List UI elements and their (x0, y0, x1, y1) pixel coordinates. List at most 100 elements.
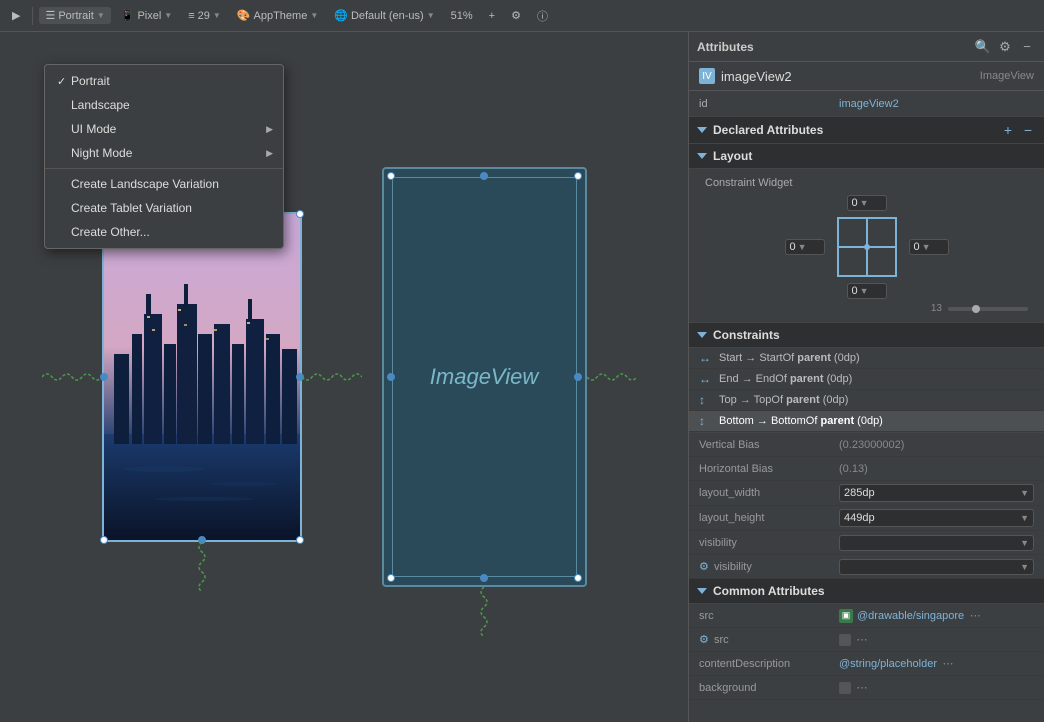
tablet-handle-tr[interactable] (574, 172, 582, 180)
horizontal-bias-row: Horizontal Bias (0.13) (689, 457, 1044, 481)
portrait-device-container (102, 212, 302, 542)
constraints-section-header[interactable]: Constraints (689, 323, 1044, 348)
device-button[interactable]: 📱 Pixel ▼ (115, 7, 178, 24)
menu-item-create-landscape-label: Create Landscape Variation (71, 177, 267, 191)
attr-settings-button[interactable]: ⚙ (996, 38, 1014, 56)
handle-bl[interactable] (100, 536, 108, 544)
constraint-center-box (837, 217, 897, 277)
background-end-button[interactable]: ⋯ (855, 681, 869, 695)
tablet-handle-mb[interactable] (480, 574, 488, 582)
vertical-bias-row: Vertical Bias (0.23000002) (689, 433, 1044, 457)
visibility2-row: ⚙ visibility ▼ (689, 555, 1044, 579)
tablet-handle-mt[interactable] (480, 172, 488, 180)
constraint-bottom-box[interactable]: 0 ▼ (847, 283, 887, 299)
constraint-top-text: Top → TopOf parent (0dp) (719, 394, 1034, 406)
attr-toolbar: Attributes 🔍 ⚙ − (689, 32, 1044, 62)
visibility-label: visibility (699, 537, 839, 549)
background-row: background ⋯ (689, 676, 1044, 700)
menu-item-create-other[interactable]: Create Other... (45, 220, 283, 244)
locale-button[interactable]: 🌐 Default (en-us) ▼ (328, 7, 440, 24)
theme-arrow: ▼ (310, 11, 318, 20)
tablet-handle-br[interactable] (574, 574, 582, 582)
attr-toolbar-title: Attributes (697, 40, 754, 54)
tablet-handle-mr[interactable] (574, 373, 582, 381)
menu-item-create-landscape[interactable]: Create Landscape Variation (45, 172, 283, 196)
locale-label: Default (en-us) (351, 10, 424, 22)
theme-icon: 🎨 (237, 9, 251, 22)
layout-width-label: layout_width (699, 487, 839, 499)
tablet-handle-bl[interactable] (387, 574, 395, 582)
menu-item-portrait[interactable]: ✓ Portrait (45, 69, 283, 93)
vertical-bias-value: (0.23000002) (839, 439, 1034, 451)
constraint-right-line (302, 371, 362, 383)
menu-item-create-tablet-label: Create Tablet Variation (71, 201, 267, 215)
layout-width-row: layout_width 285dp ▼ (689, 481, 1044, 506)
declared-remove-button[interactable]: − (1020, 122, 1036, 138)
visibility-arrow: ▼ (1020, 538, 1029, 548)
bias-slider[interactable] (948, 307, 1028, 311)
constraint-bottom-arrow: ▼ (860, 286, 869, 296)
layout-width-select[interactable]: 285dp ▼ (839, 484, 1034, 502)
handle-br[interactable] (296, 536, 304, 544)
api-button[interactable]: ≡ 29 ▼ (182, 8, 227, 24)
menu-item-landscape-label: Landscape (71, 98, 267, 112)
attr-search-button[interactable]: 🔍 (974, 38, 992, 56)
device-arrow: ▼ (164, 11, 172, 20)
src2-end-button[interactable]: ⋯ (855, 633, 869, 647)
content-desc-content: @string/placeholder ⋯ (839, 657, 1034, 671)
zoom-button[interactable]: 51% (445, 8, 479, 24)
constraint-bottom: ↕ Bottom → BottomOf parent (0dp) (689, 411, 1044, 432)
declared-section-header[interactable]: Declared Attributes + − (689, 117, 1044, 144)
run-button[interactable]: ▶ (6, 7, 26, 24)
menu-item-night-mode[interactable]: Night Mode (45, 141, 283, 165)
layout-height-select[interactable]: 449dp ▼ (839, 509, 1034, 527)
src-drawable-icon: ▣ (839, 609, 853, 623)
layout-section-header[interactable]: Layout (689, 144, 1044, 169)
menu-item-landscape[interactable]: Landscape (45, 93, 283, 117)
menu-item-ui-mode-label: UI Mode (71, 122, 267, 136)
layout-height-label: layout_height (699, 512, 839, 524)
layout-triangle (697, 153, 707, 159)
src2-content: ⋯ (839, 633, 1034, 647)
constraint-top-box[interactable]: 0 ▼ (847, 195, 887, 211)
layout-height-value: 449dp (844, 512, 875, 524)
common-section-header[interactable]: Common Attributes (689, 579, 1044, 604)
constraint-right-box[interactable]: 0 ▼ (909, 239, 949, 255)
layout-height-arrow: ▼ (1020, 513, 1029, 523)
constraint-bottom-num: 0 (852, 285, 858, 297)
menu-divider-1 (45, 168, 283, 169)
src-value: @drawable/singapore (857, 610, 964, 622)
component-icon: IV (699, 68, 715, 84)
add-button[interactable]: + (483, 8, 501, 24)
tablet-handle-ml[interactable] (387, 373, 395, 381)
tablet-handle-tl[interactable] (387, 172, 395, 180)
bias-slider-thumb (972, 305, 980, 313)
orientation-button[interactable]: ☰ Portrait ▼ (39, 7, 110, 24)
vertical-bias-num: (0.23000002) (839, 439, 904, 451)
menu-item-night-mode-label: Night Mode (71, 146, 267, 160)
theme-button[interactable]: 🎨 AppTheme ▼ (231, 7, 324, 24)
settings-button[interactable]: ⚙ (505, 7, 527, 24)
canvas-area: ✓ Portrait Landscape UI Mode Night Mode (0, 32, 688, 722)
menu-item-portrait-label: Portrait (71, 74, 267, 88)
visibility-select[interactable]: ▼ (839, 535, 1034, 551)
handle-tr[interactable] (296, 210, 304, 218)
src2-icon (839, 634, 851, 646)
visibility2-select[interactable]: ▼ (839, 559, 1034, 575)
horizontal-bias-value: (0.13) (839, 463, 1034, 475)
declared-triangle (697, 127, 707, 133)
declared-add-button[interactable]: + (1000, 122, 1016, 138)
warning-button[interactable]: ⓘ (531, 6, 554, 26)
content-desc-end-button[interactable]: ⋯ (941, 657, 955, 671)
src-end-button[interactable]: ⋯ (968, 609, 982, 623)
city-image (104, 214, 300, 540)
visibility-content: ▼ (839, 535, 1034, 551)
attr-close-button[interactable]: − (1018, 38, 1036, 56)
check-icon: ✓ (57, 75, 71, 88)
constraint-bottom-line (196, 542, 208, 592)
common-label: Common Attributes (713, 584, 1036, 598)
constraint-left-box[interactable]: 0 ▼ (785, 239, 825, 255)
menu-item-create-tablet[interactable]: Create Tablet Variation (45, 196, 283, 220)
panel-scroll[interactable]: Declared Attributes + − Layout Constrain… (689, 117, 1044, 722)
menu-item-ui-mode[interactable]: UI Mode (45, 117, 283, 141)
